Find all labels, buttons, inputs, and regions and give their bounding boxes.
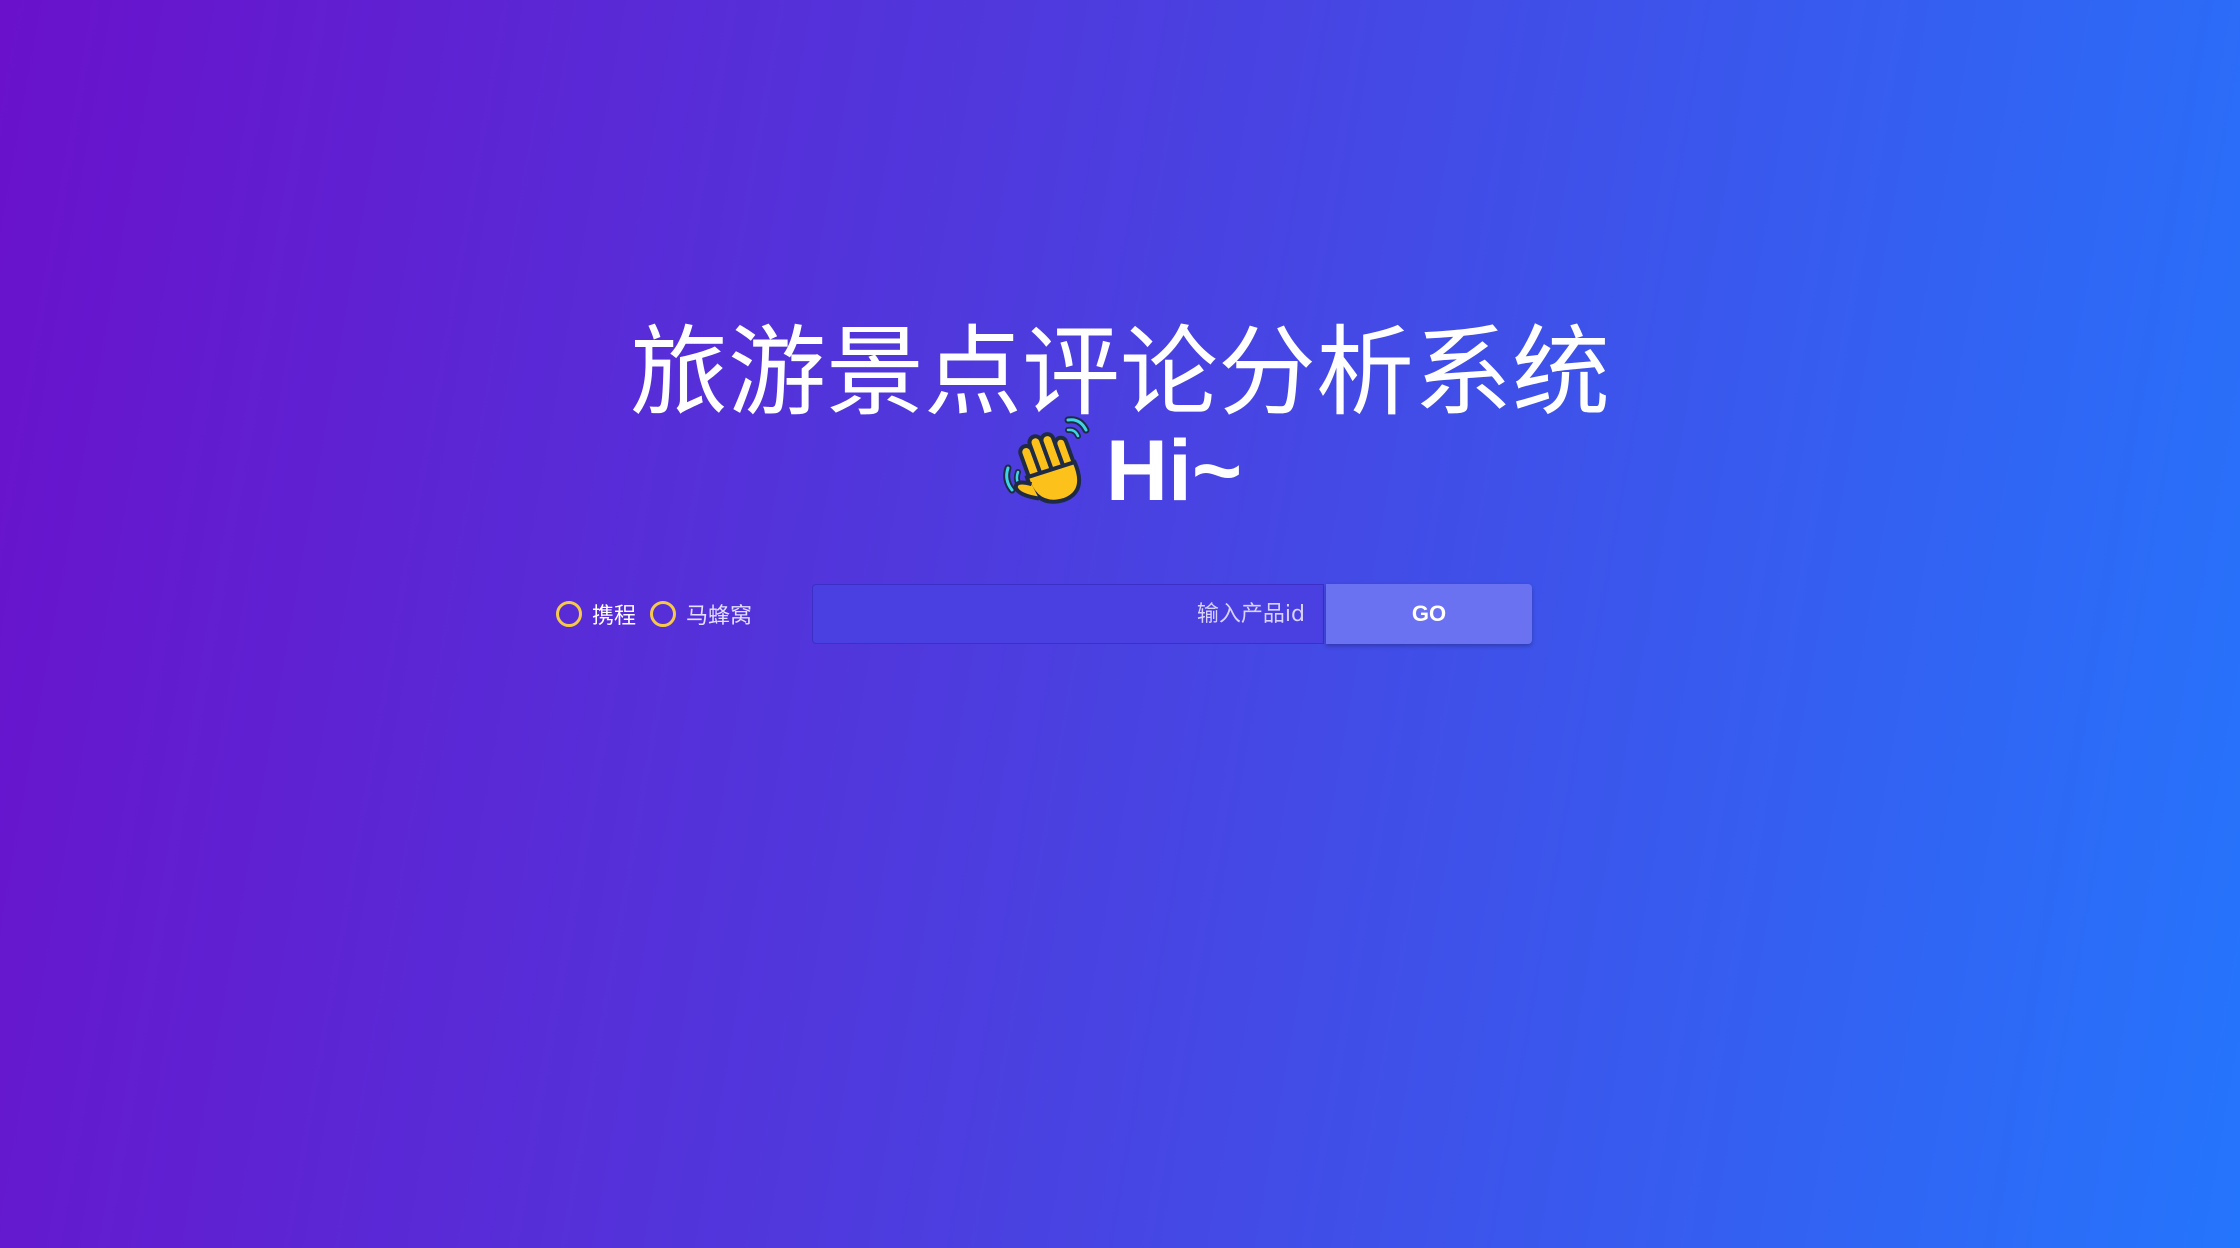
radio-option-ctrip[interactable]: 携程: [556, 598, 636, 630]
radio-label-mafengwo: 马蜂窝: [686, 604, 753, 629]
waving-hand-icon: [998, 410, 1098, 510]
radio-circle-icon[interactable]: [556, 601, 582, 627]
search-form: 携程 马蜂窝 GO: [556, 584, 1556, 644]
radio-option-mafengwo[interactable]: 马蜂窝: [650, 598, 752, 630]
go-button[interactable]: GO: [1326, 584, 1532, 644]
greeting: Hi~: [0, 410, 2240, 526]
radio-label-ctrip: 携程: [592, 604, 637, 629]
greeting-text: Hi~: [1105, 423, 1243, 519]
product-id-input[interactable]: [812, 584, 1324, 644]
source-radio-group: 携程 马蜂窝: [556, 584, 766, 644]
radio-circle-icon[interactable]: [650, 601, 677, 627]
landing-page: 旅游景点评论分析系统 Hi~ 携程 马蜂窝 输入产品id GO: [0, 0, 2240, 1248]
